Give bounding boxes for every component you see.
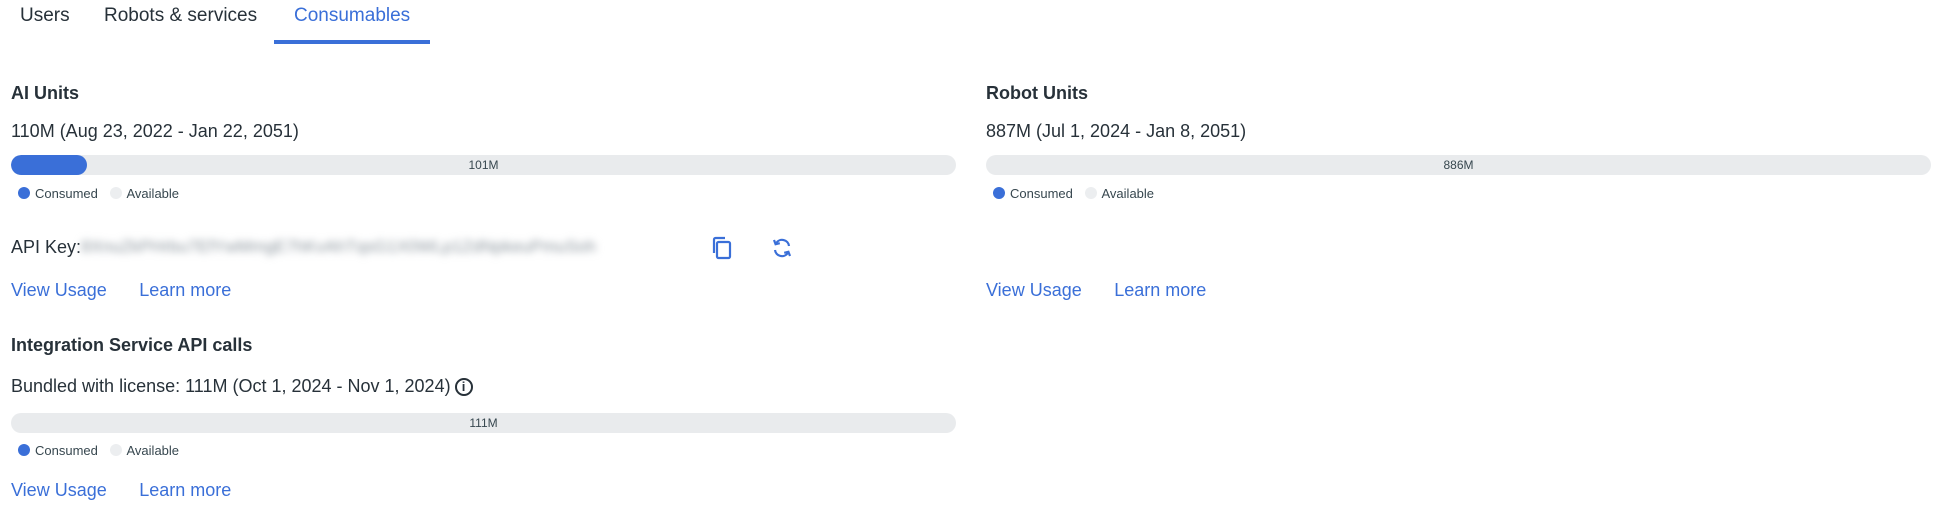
api-key-value: 8XnuZkPHrbu7EfYwMmgE7hKvAhTqsG1X0WLp1ZdN… [81, 237, 596, 256]
api-key-label: API Key: [11, 237, 82, 257]
learn-more-link[interactable]: Learn more [1114, 280, 1206, 301]
legend-consumed: Consumed [18, 443, 98, 458]
legend-label: Consumed [35, 443, 98, 458]
legend-label: Consumed [1010, 186, 1073, 201]
legend-label: Available [126, 186, 180, 201]
legend: Consumed Available [18, 186, 187, 201]
learn-more-link[interactable]: Learn more [139, 480, 231, 501]
available-dot-icon [109, 444, 122, 456]
consumed-dot-icon [993, 187, 1005, 199]
progress-label: 101M [468, 158, 499, 172]
legend-available: Available [109, 186, 180, 201]
tab-consumables[interactable]: Consumables [274, 4, 431, 44]
available-dot-icon [1084, 187, 1097, 199]
refresh-icon[interactable] [767, 233, 797, 263]
quota-text: Bundled with license: 111M (Oct 1, 2024 … [11, 376, 451, 396]
tab-robots-services[interactable]: Robots & services [84, 4, 277, 44]
legend-available: Available [109, 443, 180, 458]
available-dot-icon [109, 187, 122, 199]
progress-label: 111M [469, 416, 498, 430]
copy-icon[interactable] [707, 233, 737, 263]
tab-users[interactable]: Users [0, 4, 90, 44]
legend-available: Available [1084, 186, 1155, 201]
usage-progress-bar: 101M [11, 155, 956, 175]
legend-label: Consumed [35, 186, 98, 201]
legend-consumed: Consumed [993, 186, 1073, 201]
tab-bar: Users Robots & services Consumables [0, 0, 1937, 44]
view-usage-link[interactable]: View Usage [986, 280, 1082, 301]
links-row: View Usage Learn more [11, 480, 259, 501]
section-title: Robot Units [986, 83, 1088, 103]
links-row: View Usage Learn more [986, 280, 1234, 301]
links-row: View Usage Learn more [11, 280, 259, 301]
api-key-row: API Key: 8XnuZkPHrbu7EfYwMmgE7hKvAhTqsG1… [11, 233, 956, 263]
quota-text: 887M (Jul 1, 2024 - Jan 8, 2051) [986, 121, 1247, 141]
info-icon[interactable]: i [454, 378, 473, 396]
view-usage-link[interactable]: View Usage [11, 480, 107, 501]
usage-progress-bar: 111M [11, 413, 956, 433]
legend-label: Available [1101, 186, 1155, 201]
legend-consumed: Consumed [18, 186, 98, 201]
legend: Consumed Available [993, 186, 1162, 201]
usage-progress-bar: 886M [986, 155, 1931, 175]
view-usage-link[interactable]: View Usage [11, 280, 107, 301]
section-title: Integration Service API calls [11, 335, 253, 355]
learn-more-link[interactable]: Learn more [139, 280, 231, 301]
section-title: AI Units [11, 83, 80, 103]
quota-text: 110M (Aug 23, 2022 - Jan 22, 2051) [11, 121, 299, 141]
consumed-dot-icon [18, 187, 30, 199]
progress-label: 886M [1443, 158, 1474, 172]
consumed-dot-icon [18, 444, 30, 456]
legend-label: Available [126, 443, 180, 458]
legend: Consumed Available [18, 443, 187, 458]
quota-row: Bundled with license: 111M (Oct 1, 2024 … [11, 376, 473, 397]
